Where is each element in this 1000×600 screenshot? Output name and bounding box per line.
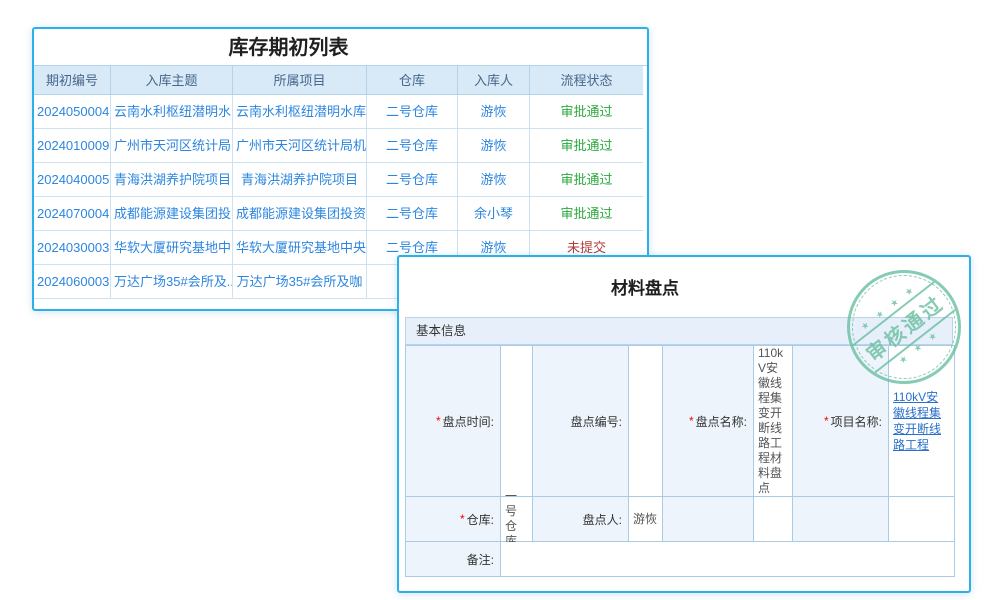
column-header-id: 期初编号: [34, 66, 111, 95]
warehouse-value: 一号仓库: [501, 497, 533, 542]
column-header-status: 流程状态: [530, 66, 643, 95]
row-subject-link[interactable]: 云南水利枢纽潜明水...: [111, 95, 233, 129]
column-header-person: 入库人: [458, 66, 530, 95]
form-row-2: * 仓库: 一号仓库 盘点人: 游恢: [406, 497, 954, 542]
form-title: 材料盘点: [397, 274, 930, 299]
check-name-label: * 盘点名称:: [663, 346, 754, 497]
row-project: 青海洪湖养护院项目: [233, 163, 367, 197]
row-subject-link[interactable]: 青海洪湖养护院项目...: [111, 163, 233, 197]
column-header-subject: 入库主题: [111, 66, 233, 95]
basic-info-table: * 盘点时间: 盘点编号: * 盘点名称: 110kV安徽线程集变开断线路工程材…: [405, 345, 955, 577]
row-subject-link[interactable]: 万达广场35#会所及...: [111, 265, 233, 299]
remark-value: [501, 542, 954, 576]
empty-value-cell: [889, 497, 954, 542]
check-person-label: 盘点人:: [533, 497, 629, 542]
required-mark: *: [824, 414, 829, 428]
row-person: 游恢: [458, 129, 530, 163]
row-warehouse: 二号仓库: [367, 163, 458, 197]
row-person: 余小琴: [458, 197, 530, 231]
check-name-value: 110kV安徽线程集变开断线路工程材料盘点: [754, 346, 793, 497]
column-header-project: 所属项目: [233, 66, 367, 95]
row-warehouse: 二号仓库: [367, 95, 458, 129]
row-id-link[interactable]: 2024050004: [34, 95, 111, 129]
row-project: 成都能源建设集团投资...: [233, 197, 367, 231]
required-mark: *: [460, 512, 465, 526]
row-id-link[interactable]: 2024070004: [34, 197, 111, 231]
section-basic-info: 基本信息: [405, 317, 953, 345]
column-header-warehouse: 仓库: [367, 66, 458, 95]
project-link[interactable]: 110kV安徽线程集变开断线路工程: [893, 389, 950, 453]
page: 库存期初列表 期初编号 入库主题 所属项目 仓库 入库人 流程状态 202405…: [0, 0, 1000, 600]
form-row-3: 备注:: [406, 542, 954, 576]
status-badge: 审批通过: [530, 129, 643, 163]
required-mark: *: [689, 414, 694, 428]
check-time-label: * 盘点时间:: [406, 346, 501, 497]
status-badge: 审批通过: [530, 197, 643, 231]
required-mark: *: [436, 414, 441, 428]
check-no-value: [629, 346, 663, 497]
row-project: 广州市天河区统计局机...: [233, 129, 367, 163]
remark-label: 备注:: [406, 542, 501, 576]
empty-value-cell: [754, 497, 793, 542]
check-no-label: 盘点编号:: [533, 346, 629, 497]
table-row[interactable]: 2024070004 成都能源建设集团投... 成都能源建设集团投资... 二号…: [34, 197, 647, 231]
row-id-link[interactable]: 2024040005: [34, 163, 111, 197]
check-time-value: [501, 346, 533, 497]
row-subject-link[interactable]: 华软大厦研究基地中...: [111, 231, 233, 265]
row-id-link[interactable]: 2024010009: [34, 129, 111, 163]
check-person-value: 游恢: [629, 497, 663, 542]
row-id-link[interactable]: 2024030003: [34, 231, 111, 265]
form-row-1: * 盘点时间: 盘点编号: * 盘点名称: 110kV安徽线程集变开断线路工程材…: [406, 346, 954, 497]
row-subject-link[interactable]: 广州市天河区统计局...: [111, 129, 233, 163]
warehouse-label: * 仓库:: [406, 497, 501, 542]
table-row[interactable]: 2024040005 青海洪湖养护院项目... 青海洪湖养护院项目 二号仓库 游…: [34, 163, 647, 197]
status-badge: 审批通过: [530, 163, 643, 197]
project-name-value: 110kV安徽线程集变开断线路工程: [889, 346, 954, 497]
row-project: 万达广场35#会所及咖: [233, 265, 367, 299]
row-person: 游恢: [458, 95, 530, 129]
row-subject-link[interactable]: 成都能源建设集团投...: [111, 197, 233, 231]
status-badge: 审批通过: [530, 95, 643, 129]
row-warehouse: 二号仓库: [367, 129, 458, 163]
inventory-list-header: 期初编号 入库主题 所属项目 仓库 入库人 流程状态: [34, 65, 647, 95]
inventory-list-title: 库存期初列表: [0, 29, 595, 65]
row-project: 华软大厦研究基地中央: [233, 231, 367, 265]
row-person: 游恢: [458, 163, 530, 197]
empty-label-cell: [663, 497, 754, 542]
table-row[interactable]: 2024010009 广州市天河区统计局... 广州市天河区统计局机... 二号…: [34, 129, 647, 163]
row-warehouse: 二号仓库: [367, 197, 458, 231]
row-id-link[interactable]: 2024060003: [34, 265, 111, 299]
table-row[interactable]: 2024050004 云南水利枢纽潜明水... 云南水利枢纽潜明水库... 二号…: [34, 95, 647, 129]
project-name-label: * 项目名称:: [793, 346, 889, 497]
empty-label-cell: [793, 497, 889, 542]
row-project: 云南水利枢纽潜明水库...: [233, 95, 367, 129]
material-check-window: 材料盘点 基本信息 * 盘点时间: 盘点编号: * 盘点名称: 110kV安徽线…: [397, 255, 971, 593]
